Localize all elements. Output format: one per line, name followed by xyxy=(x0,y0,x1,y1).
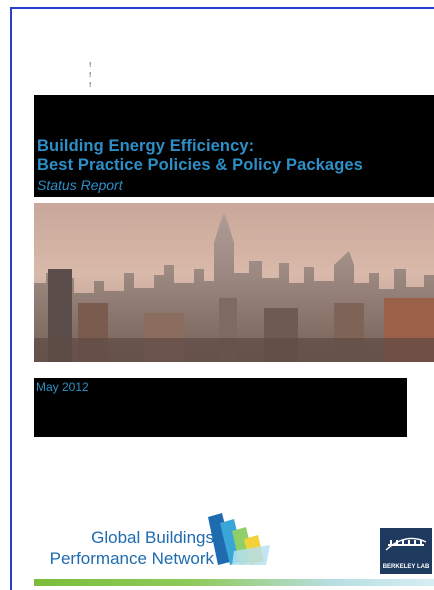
skyline-illustration xyxy=(34,203,434,362)
report-title-line-2: Best Practice Policies & Policy Packages xyxy=(37,156,363,174)
berkeley-lab-logo-icon xyxy=(385,537,427,551)
report-title: Building Energy Efficiency: Best Practic… xyxy=(37,137,363,175)
frame-border-left xyxy=(10,7,12,590)
gbpn-logo-text: Global Buildings Performance Network xyxy=(38,527,214,569)
report-title-line-1: Building Energy Efficiency: xyxy=(37,137,255,155)
publication-date: May 2012 xyxy=(36,380,89,394)
footer-gradient-bar xyxy=(34,579,434,586)
gbpn-logo-icon xyxy=(208,513,270,565)
title-band: Building Energy Efficiency: Best Practic… xyxy=(34,95,434,197)
margin-marks: ! ! ! xyxy=(88,60,92,90)
berkeley-lab-logo: BERKELEY LAB xyxy=(380,528,432,574)
berkeley-lab-label: BERKELEY LAB xyxy=(382,564,430,570)
report-subtitle: Status Report xyxy=(37,177,123,193)
gbpn-line-2: Performance Network xyxy=(49,549,214,568)
date-band: May 2012 xyxy=(34,378,407,437)
gbpn-logo-block: Global Buildings Performance Network xyxy=(34,497,274,577)
margin-mark: ! xyxy=(88,81,93,89)
frame-border-top xyxy=(10,7,434,9)
margin-mark: ! xyxy=(88,61,93,69)
city-skyline-photo xyxy=(34,203,434,362)
gbpn-line-1: Global Buildings xyxy=(91,528,214,547)
margin-mark: ! xyxy=(88,71,93,79)
